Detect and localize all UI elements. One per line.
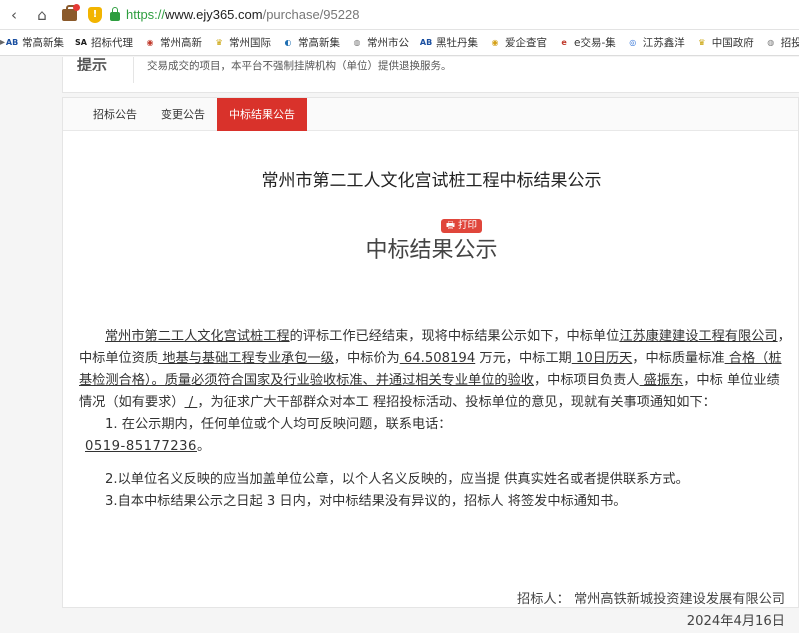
bookmark-label: 中国政府 (711, 37, 754, 49)
bookmark-favicon-icon: SA (75, 38, 87, 47)
lock-icon (110, 7, 120, 21)
bookmark-label: 常高新集 (298, 37, 341, 49)
page-content: 提示 交易成交的项目，本平台不强制挂牌机构（单位）提供退换服务。 招标公告 变更… (0, 57, 799, 629)
bookmark-favicon-icon: ◐ (284, 38, 292, 47)
bookmark-favicon-icon: ◎ (629, 38, 637, 47)
bookmark-label: 常高新集 (22, 37, 65, 49)
bookmark-favicon-icon: ◉ (146, 38, 154, 47)
notice-box: 提示 交易成交的项目，本平台不强制挂牌机构（单位）提供退换服务。 (62, 57, 799, 93)
para-text: 万元，中标工期 (475, 351, 572, 366)
bookmark-item[interactable]: AB 黑牡丹集 (419, 35, 478, 50)
project-manager: 盛振东 (639, 373, 684, 388)
signature-block: 招标人： 常州高铁新城投资建设发展有限公司 2024年4月16日 (517, 589, 785, 633)
phone-line: 0519-85177236 。 (79, 436, 791, 458)
phone-end: 。 (196, 439, 211, 454)
shield-warning-icon[interactable]: ! (88, 6, 102, 23)
announcement-body: 常州市第二工人文化宫试桩工程的评标工作已经结束，现将中标结果公示如下，中标单位江… (79, 326, 791, 513)
briefcase-extension-icon[interactable] (56, 0, 82, 30)
url-path: /purchase/95228 (262, 7, 360, 22)
para-text: 的评标工作已经结束，现将中标结果公示如下，中标单位 (289, 329, 620, 344)
bookmark-item[interactable]: ◍ 常州市公 (350, 35, 410, 50)
bookmark-item[interactable]: ◎ 江苏鑫洋 (626, 35, 685, 50)
bookmarks-bar: ▸ AB 常高新集 SA 招标代理 ◉ 常州高新 ♛ 常州国际 ◐ 常高新集 ◍ 常州市公 AB 黑牡丹集… (0, 30, 799, 56)
tab-bid-notice[interactable]: 招标公告 (81, 98, 149, 131)
bookmark-favicon-icon: ◍ (353, 38, 361, 47)
notice-item-2: 2.以单位名义反映的应当加盖单位公章，以个人名义反映的，应当提 供真实姓名或者提… (105, 472, 689, 487)
bid-price: 64.508194 (399, 351, 476, 366)
tab-change-notice[interactable]: 变更公告 (149, 98, 217, 131)
bookmark-label: 爱企查官 (505, 37, 548, 49)
bookmark-favicon-icon: e (561, 38, 567, 47)
qualification: 地基与基础工程专业承包一级 (158, 351, 334, 366)
para-text: ，为征求广大干部群众对本工 程招投标活动、投标单位的意见，现就有关事项通知如下： (197, 395, 716, 410)
bookmark-label: 黑牡丹集 (436, 37, 479, 49)
bookmark-favicon-icon: ◍ (767, 38, 775, 47)
document-title: 常州市第二工人文化宫试桩工程中标结果公示 (261, 171, 602, 191)
bookmark-item[interactable]: ◍ 招投标交 (764, 35, 799, 50)
url-host: www.ejy365.com (165, 7, 263, 22)
home-icon[interactable]: ⌂ (28, 0, 56, 30)
project-name: 常州市第二工人文化宫试桩工程 (105, 329, 290, 344)
bookmark-item[interactable]: ♛ 中国政府 (695, 35, 754, 50)
notification-dot (73, 3, 80, 11)
announcement-panel: 招标公告 变更公告 中标结果公告 常州市第二工人文化宫试桩工程中标结果公示 🖶 … (62, 97, 799, 629)
bookmark-label: e交易-集 (574, 37, 616, 49)
notice-divider (133, 57, 134, 83)
print-button[interactable]: 🖶 打印 (441, 219, 482, 233)
performance-record: / (184, 395, 198, 410)
para-text: ，中标项目负责人 (533, 373, 640, 388)
bookmark-favicon-icon: ♛ (698, 38, 706, 47)
para-text: ，中标价为 (333, 351, 400, 366)
address-bar: ‹ ⌂ ! https:// www.ejy365.com /purchase/… (0, 0, 799, 30)
bookmark-item[interactable]: e e交易-集 (557, 35, 616, 50)
bookmark-favicon-icon: ◉ (491, 38, 499, 47)
bookmark-item[interactable]: SA 招标代理 (74, 35, 133, 50)
publish-date: 2024年4月16日 (686, 614, 785, 629)
para-text: ，中标质量标准 (632, 351, 725, 366)
winning-company: 江苏康建建设工程有限公司 (619, 329, 778, 344)
notice-text: 交易成交的项目，本平台不强制挂牌机构（单位）提供退换服务。 (147, 60, 452, 72)
document-subtitle: 中标结果公示 (365, 238, 498, 263)
notice-item-1: 1. 在公示期内，任何单位或个人均可反映问题，联系电话： (105, 417, 452, 432)
tab-award-result[interactable]: 中标结果公告 (217, 98, 307, 131)
url-scheme: https:// (126, 7, 166, 22)
bookmark-item[interactable]: ◉ 常州高新 (143, 35, 203, 50)
announcement-tabs: 招标公告 变更公告 中标结果公告 (63, 98, 798, 131)
contact-phone: 0519-85177236 (85, 439, 197, 454)
bookmark-item[interactable]: ◉ 爱企查官 (488, 35, 548, 50)
bookmark-item[interactable]: AB 常高新集 (5, 35, 64, 50)
bookmark-label: 常州市公 (367, 37, 410, 49)
bookmark-item[interactable]: ◐ 常高新集 (281, 35, 341, 50)
back-icon[interactable]: ‹ (0, 0, 28, 30)
main-paragraph: 常州市第二工人文化宫试桩工程的评标工作已经结束，现将中标结果公示如下，中标单位江… (79, 326, 791, 414)
notice-title: 提示 (77, 57, 108, 71)
construction-period: 10日历天 (571, 351, 633, 366)
bookmark-label: 常州高新 (160, 37, 203, 49)
bookmark-favicon-icon: AB (5, 38, 19, 47)
bookmark-label: 江苏鑫洋 (642, 37, 685, 49)
url-field[interactable]: ! https:// www.ejy365.com /purchase/9522… (88, 3, 799, 27)
bookmark-label: 招标代理 (91, 37, 134, 49)
bookmark-favicon-icon: ♛ (215, 38, 223, 47)
bookmark-favicon-icon: AB (419, 38, 433, 47)
bookmark-item[interactable]: ♛ 常州国际 (212, 35, 271, 50)
notice-item-3: 3.自本中标结果公示之日起 3 日内，对中标结果没有异议的，招标人 将签发中标通… (105, 494, 627, 509)
bookmark-label: 招投标交 (780, 37, 799, 49)
bookmarks-list: AB 常高新集 SA 招标代理 ◉ 常州高新 ♛ 常州国际 ◐ 常高新集 ◍ 常州市公 AB 黑牡丹集 ◉ 爱… (5, 35, 799, 50)
bookmark-label: 常州国际 (229, 37, 272, 49)
